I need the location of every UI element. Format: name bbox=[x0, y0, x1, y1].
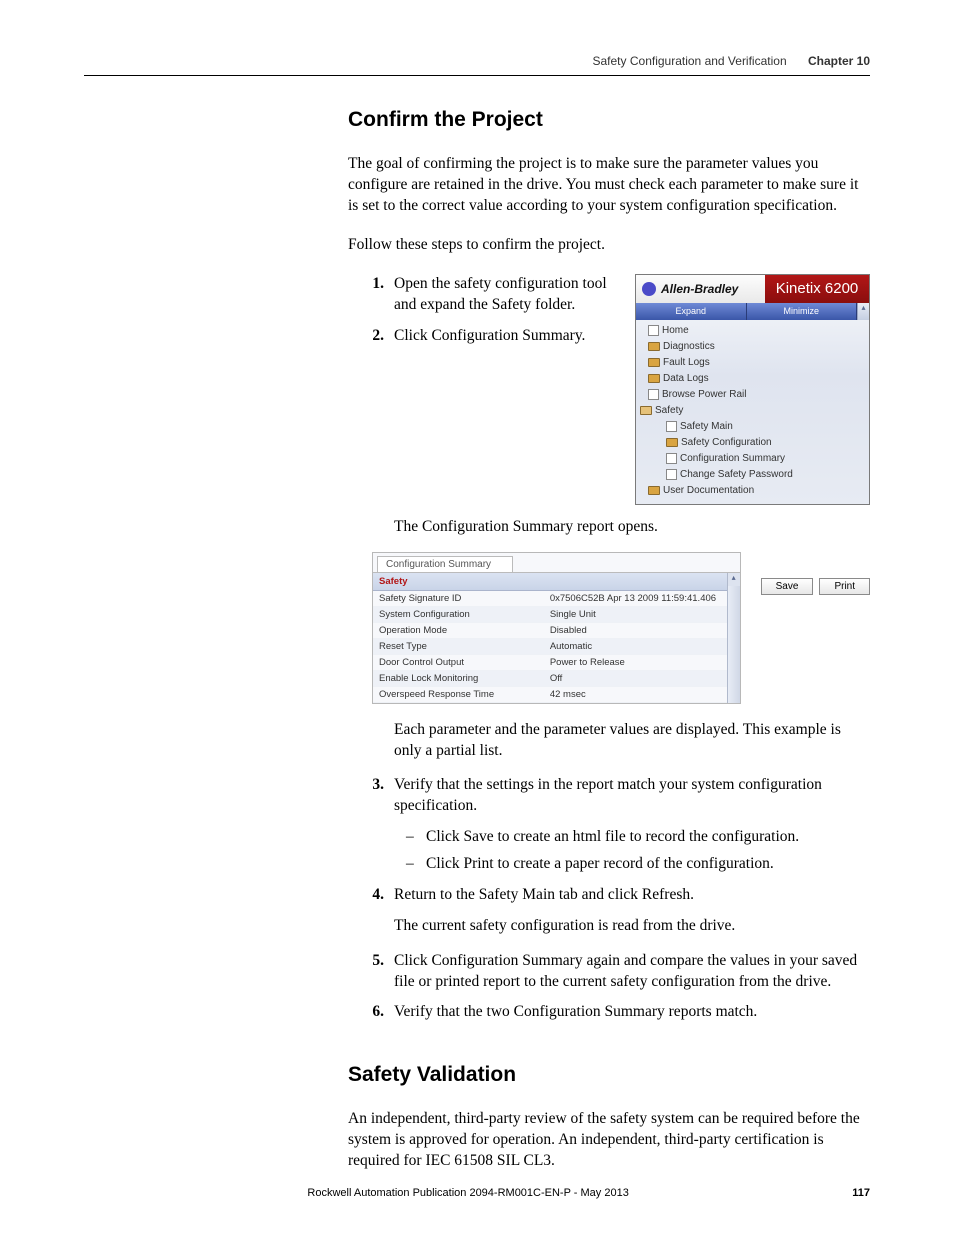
header-rule bbox=[84, 75, 870, 76]
step-3: 3. Verify that the settings in the repor… bbox=[348, 775, 870, 817]
folder-icon bbox=[648, 358, 660, 367]
intro-paragraph: The goal of confirming the project is to… bbox=[348, 154, 870, 217]
footer-page-number: 117 bbox=[852, 1187, 870, 1199]
footer-publication: Rockwell Automation Publication 2094-RM0… bbox=[84, 1187, 852, 1199]
table-row: Door Control OutputPower to Release bbox=[373, 655, 727, 671]
config-category-header: Safety bbox=[373, 573, 727, 591]
doc-icon bbox=[666, 469, 677, 480]
doc-icon bbox=[666, 421, 677, 432]
tree-item-data-logs[interactable]: Data Logs bbox=[636, 371, 869, 387]
tree-item-user-documentation[interactable]: User Documentation bbox=[636, 483, 869, 499]
tree-item-configuration-summary[interactable]: Configuration Summary bbox=[636, 451, 869, 467]
step-text: Click Configuration Summary. bbox=[394, 326, 617, 347]
step-text: Verify that the two Configuration Summar… bbox=[394, 1002, 870, 1023]
folder-icon bbox=[648, 342, 660, 351]
page-header: Safety Configuration and Verification Ch… bbox=[593, 54, 871, 68]
print-button[interactable]: Print bbox=[819, 578, 870, 595]
step-number: 3. bbox=[348, 775, 394, 817]
step-number: 2. bbox=[348, 326, 394, 347]
doc-icon bbox=[648, 389, 659, 400]
step-text: Click Configuration Summary again and co… bbox=[394, 951, 870, 993]
tab-expand[interactable]: Expand bbox=[636, 303, 747, 320]
folder-open-icon bbox=[640, 406, 652, 415]
table-row: Operation ModeDisabled bbox=[373, 623, 727, 639]
table-row: Safety Signature ID0x7506C52B Apr 13 200… bbox=[373, 591, 727, 607]
folder-icon bbox=[666, 438, 678, 447]
step-1: 1. Open the safety configuration tool an… bbox=[348, 274, 617, 316]
step-4: 4. Return to the Safety Main tab and cli… bbox=[348, 885, 870, 906]
scroll-up-icon[interactable]: ▴ bbox=[857, 303, 869, 320]
section-heading-validation: Safety Validation bbox=[348, 1063, 870, 1087]
section-heading-confirm: Confirm the Project bbox=[348, 108, 870, 132]
config-action-buttons: Save Print bbox=[761, 578, 870, 595]
substep-save: – Click Save to create an html file to r… bbox=[406, 825, 870, 848]
doc-icon bbox=[648, 325, 659, 336]
brand-text: Allen-Bradley bbox=[661, 282, 738, 296]
header-title: Safety Configuration and Verification bbox=[593, 54, 787, 68]
scrollbar[interactable]: ▴ bbox=[727, 573, 740, 703]
nav-tree-screenshot: Allen-Bradley Kinetix 6200 Expand Minimi… bbox=[635, 274, 870, 505]
table-row: Enable Lock MonitoringOff bbox=[373, 671, 727, 687]
nav-brand-bar: Allen-Bradley Kinetix 6200 bbox=[636, 275, 869, 303]
step-number: 5. bbox=[348, 951, 394, 993]
dash-bullet: – bbox=[406, 852, 426, 875]
doc-icon bbox=[666, 453, 677, 464]
step-text: Return to the Safety Main tab and click … bbox=[394, 885, 870, 906]
substep-text: Click Save to create an html file to rec… bbox=[426, 825, 799, 848]
step-number: 4. bbox=[348, 885, 394, 906]
config-summary-tab[interactable]: Configuration Summary bbox=[377, 556, 513, 572]
step-6: 6. Verify that the two Configuration Sum… bbox=[348, 1002, 870, 1023]
tab-minimize[interactable]: Minimize bbox=[747, 303, 858, 320]
partial-list-note: Each parameter and the parameter values … bbox=[394, 720, 870, 762]
config-summary-panel: Configuration Summary Safety Safety Sign… bbox=[372, 552, 741, 704]
dash-bullet: – bbox=[406, 825, 426, 848]
step-text: Open the safety configuration tool and e… bbox=[394, 274, 617, 316]
scroll-up-icon[interactable]: ▴ bbox=[728, 573, 740, 586]
tree-item-diagnostics[interactable]: Diagnostics bbox=[636, 339, 869, 355]
brand-left: Allen-Bradley bbox=[636, 275, 765, 303]
ab-logo-icon bbox=[642, 282, 656, 296]
tree-item-home[interactable]: Home bbox=[636, 323, 869, 339]
tree-item-change-safety-password[interactable]: Change Safety Password bbox=[636, 467, 869, 483]
config-summary-table: Safety Safety Signature ID0x7506C52B Apr… bbox=[373, 573, 727, 703]
tree-item-safety-main[interactable]: Safety Main bbox=[636, 419, 869, 435]
table-row: Overspeed Response Time42 msec bbox=[373, 687, 727, 703]
page-footer: Rockwell Automation Publication 2094-RM0… bbox=[84, 1187, 870, 1199]
config-summary-screenshot: Configuration Summary Safety Safety Sign… bbox=[372, 552, 870, 704]
validation-paragraph: An independent, third-party review of th… bbox=[348, 1109, 870, 1172]
substep-print: – Click Print to create a paper record o… bbox=[406, 852, 870, 875]
step-number: 1. bbox=[348, 274, 394, 316]
substep-text: Click Print to create a paper record of … bbox=[426, 852, 774, 875]
step-number: 6. bbox=[348, 1002, 394, 1023]
folder-icon bbox=[648, 374, 660, 383]
step-2: 2. Click Configuration Summary. bbox=[348, 326, 617, 347]
step-5: 5. Click Configuration Summary again and… bbox=[348, 951, 870, 993]
tree-item-safety-configuration[interactable]: Safety Configuration bbox=[636, 435, 869, 451]
folder-icon bbox=[648, 486, 660, 495]
step-text: Verify that the settings in the report m… bbox=[394, 775, 870, 817]
tree-item-browse-power-rail[interactable]: Browse Power Rail bbox=[636, 387, 869, 403]
step-4-result: The current safety configuration is read… bbox=[394, 916, 870, 937]
tree-item-fault-logs[interactable]: Fault Logs bbox=[636, 355, 869, 371]
product-badge: Kinetix 6200 bbox=[765, 275, 869, 303]
nav-tree: Home Diagnostics Fault Logs Data Logs Br… bbox=[636, 320, 869, 504]
follow-steps-paragraph: Follow these steps to confirm the projec… bbox=[348, 235, 870, 256]
table-row: System ConfigurationSingle Unit bbox=[373, 607, 727, 623]
table-row: Reset TypeAutomatic bbox=[373, 639, 727, 655]
tree-item-safety[interactable]: Safety bbox=[636, 403, 869, 419]
nav-tab-bar: Expand Minimize ▴ bbox=[636, 303, 869, 320]
header-chapter: Chapter 10 bbox=[808, 54, 870, 68]
report-opens-text: The Configuration Summary report opens. bbox=[394, 517, 870, 538]
save-button[interactable]: Save bbox=[761, 578, 814, 595]
